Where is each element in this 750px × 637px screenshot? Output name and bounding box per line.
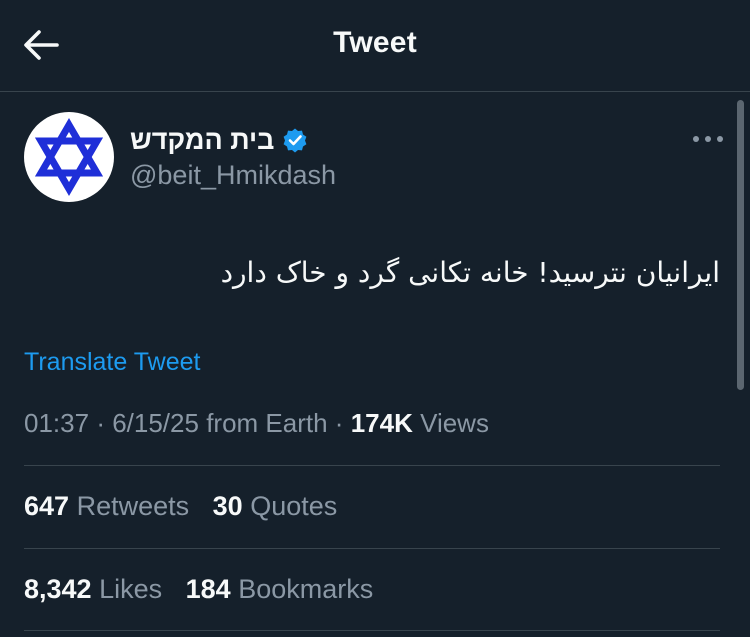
tweet-date[interactable]: 6/15/25 bbox=[112, 408, 199, 438]
author-handle[interactable]: @beit_Hmikdash bbox=[130, 160, 336, 191]
divider bbox=[24, 465, 720, 466]
tweet-text: ایرانیان نترسید! خانه تکانی گرد و خاک دا… bbox=[220, 256, 720, 289]
star-of-david-icon bbox=[34, 118, 104, 196]
retweets-stat[interactable]: 647 Retweets bbox=[24, 491, 197, 521]
views-count: 174K bbox=[350, 408, 413, 438]
top-bar: Tweet bbox=[0, 0, 750, 92]
tweet-source: from Earth bbox=[206, 408, 328, 438]
tweet-metadata: 01:37 · 6/15/25 from Earth · 174K Views bbox=[24, 408, 489, 439]
verified-badge-icon bbox=[282, 127, 308, 153]
more-horizontal-icon bbox=[693, 136, 723, 142]
retweets-label: Retweets bbox=[76, 491, 190, 521]
quotes-count: 30 bbox=[212, 491, 243, 521]
translate-tweet-link[interactable]: Translate Tweet bbox=[24, 348, 200, 377]
quotes-label: Quotes bbox=[250, 491, 338, 521]
engagement-row-likes: 8,342 Likes 184 Bookmarks bbox=[24, 574, 389, 605]
engagement-row-retweets: 647 Retweets 30 Quotes bbox=[24, 491, 353, 522]
likes-stat[interactable]: 8,342 Likes bbox=[24, 574, 170, 604]
views-label: Views bbox=[420, 408, 489, 438]
tweet-time[interactable]: 01:37 bbox=[24, 408, 89, 438]
bookmarks-stat[interactable]: 184 Bookmarks bbox=[186, 574, 374, 604]
bookmarks-label: Bookmarks bbox=[238, 574, 374, 604]
meta-separator: · bbox=[96, 408, 113, 438]
divider bbox=[24, 548, 720, 549]
author-name-row[interactable]: בית המקדש bbox=[130, 122, 308, 158]
more-options-button[interactable] bbox=[690, 126, 726, 152]
likes-count: 8,342 bbox=[24, 574, 92, 604]
retweets-count: 647 bbox=[24, 491, 70, 521]
avatar[interactable] bbox=[24, 112, 114, 202]
scrollbar[interactable] bbox=[737, 100, 744, 390]
page-title: Tweet bbox=[333, 26, 417, 59]
likes-label: Likes bbox=[99, 574, 163, 604]
meta-separator: · bbox=[334, 408, 351, 438]
divider bbox=[24, 630, 720, 631]
author-name: בית המקדש bbox=[130, 124, 275, 155]
bookmarks-count: 184 bbox=[185, 574, 231, 604]
tweet-detail-screen: Tweet בית המקדש @beit_Hmikdash ایرانیان … bbox=[0, 0, 750, 637]
quotes-stat[interactable]: 30 Quotes bbox=[213, 491, 338, 521]
